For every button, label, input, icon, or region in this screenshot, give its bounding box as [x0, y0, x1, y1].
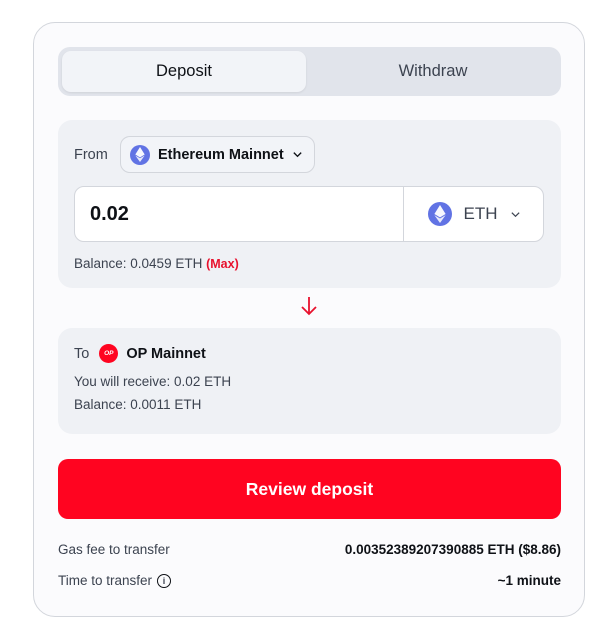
max-button[interactable]: (Max): [206, 257, 239, 271]
to-row: To OP OP Mainnet: [74, 344, 206, 363]
time-value: ~1 minute: [497, 573, 561, 588]
token-name: ETH: [463, 204, 498, 223]
amount-input[interactable]: [75, 187, 403, 241]
to-network-name: OP Mainnet: [126, 345, 206, 362]
chevron-down-icon: [293, 152, 302, 158]
time-row: Time to transfer i ~1 minute: [58, 573, 561, 588]
from-balance: Balance: 0.0459 ETH (Max): [74, 256, 239, 271]
gas-fee-row: Gas fee to transfer 0.00352389207390885 …: [58, 542, 561, 557]
bridge-card: Deposit Withdraw From Ethereum Mainnet 0…: [33, 22, 585, 617]
chevron-down-icon: [510, 211, 520, 217]
to-label: To: [74, 345, 90, 362]
receive-amount: You will receive: 0.02 ETH: [74, 374, 232, 389]
from-label: From: [74, 147, 108, 163]
review-deposit-button[interactable]: Review deposit: [58, 459, 561, 519]
from-balance-text: Balance: 0.0459 ETH: [74, 256, 203, 271]
time-label-group: Time to transfer i: [58, 573, 172, 588]
tab-deposit[interactable]: Deposit: [62, 51, 306, 92]
from-network-select[interactable]: Ethereum Mainnet: [120, 136, 315, 173]
deposit-withdraw-tabs: Deposit Withdraw: [58, 47, 561, 96]
arrow-down-icon: [301, 297, 317, 316]
to-panel: To OP OP Mainnet You will receive: 0.02 …: [58, 328, 561, 434]
token-select[interactable]: ETH: [404, 187, 544, 241]
info-icon[interactable]: i: [157, 573, 172, 588]
time-label: Time to transfer: [58, 573, 153, 588]
gas-fee-label: Gas fee to transfer: [58, 542, 170, 557]
op-icon: OP: [99, 344, 119, 363]
from-network-name: Ethereum Mainnet: [158, 146, 284, 163]
to-balance: Balance: 0.0011 ETH: [74, 397, 202, 412]
gas-fee-value: 0.00352389207390885 ETH ($8.86): [344, 542, 561, 557]
tab-withdraw[interactable]: Withdraw: [309, 51, 557, 92]
eth-token-icon: [427, 202, 452, 226]
amount-box: ETH: [74, 186, 544, 242]
from-panel: From Ethereum Mainnet 0.02 ETH Balance: …: [58, 120, 561, 288]
ethereum-icon: [130, 144, 150, 165]
